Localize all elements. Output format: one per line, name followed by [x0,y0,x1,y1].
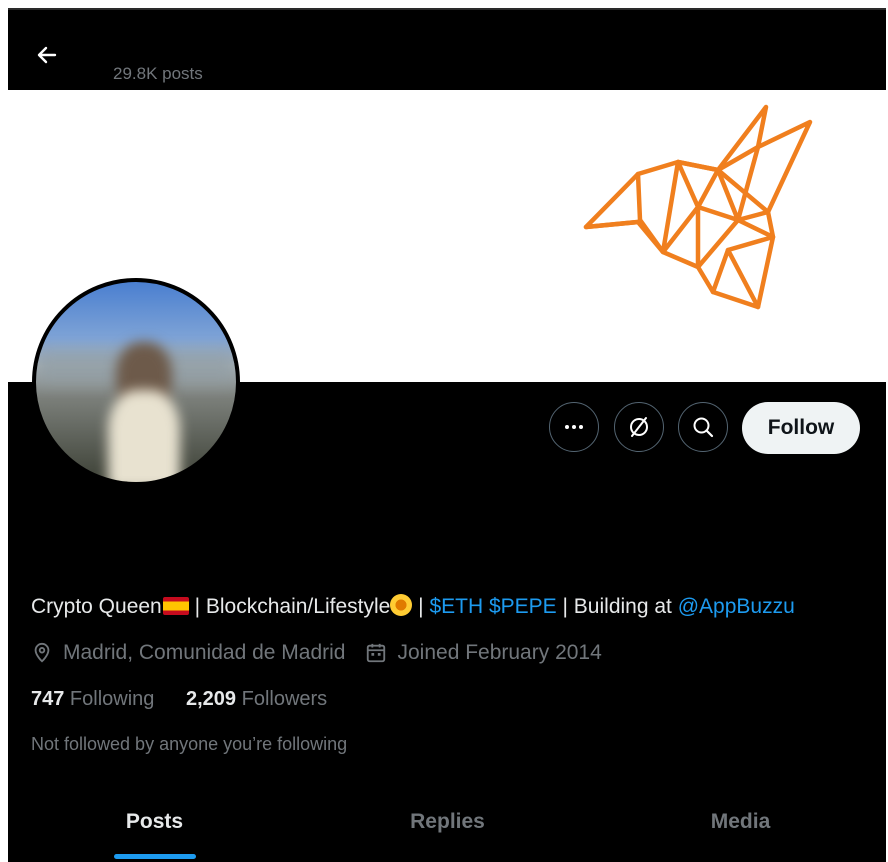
location: Madrid, Comunidad de Madrid [31,641,345,665]
spain-flag-icon [162,597,189,615]
arrow-left-icon [37,46,57,64]
back-button[interactable] [30,38,64,72]
bio-text-3: | Building at [556,595,678,618]
calendar-icon [367,643,386,663]
more-button[interactable] [549,402,599,452]
tab-replies[interactable]: Replies [301,792,594,862]
bio-text-1: | Blockchain/Lifestyle [188,595,391,618]
profile-actions: Follow [8,400,886,456]
tab-label: Media [710,810,771,833]
search-profile-button[interactable] [678,402,728,452]
following-link[interactable]: 747 Following [31,688,154,710]
circle-slash-icon [630,417,648,437]
top-bar: 29.8K posts [8,10,886,90]
tab-posts[interactable]: Posts [8,792,301,862]
following-label: Following [64,688,155,710]
follow-stats: 747 Following 2,209 Followers [31,688,353,711]
bio-text-2: | [412,595,430,618]
bio-cashtags[interactable]: $ETH $PEPE [429,595,556,618]
join-date: Joined February 2014 [365,641,602,665]
join-date-text: Joined February 2014 [397,641,602,664]
post-count: 29.8K posts [113,64,203,83]
tab-label: Posts [125,810,184,833]
follow-button[interactable]: Follow [742,402,860,454]
following-count: 747 [31,688,65,710]
bio-name: Crypto Queen [31,595,162,618]
subscribe-button[interactable] [614,402,664,452]
profile-tabs: Posts Replies Media [8,792,886,862]
window-frame: 29.8K posts Follow Crypto Queen | Blockc… [0,0,888,862]
profile-screen: 29.8K posts Follow Crypto Queen | Blockc… [8,8,886,862]
followers-count: 2,209 [185,688,237,710]
profile-meta: Madrid, Comunidad de Madrid Joined Febru… [31,641,622,665]
tab-media[interactable]: Media [594,792,886,862]
search-icon [693,417,714,438]
followers-link[interactable]: 2,209 Followers [186,688,327,710]
bio-mention[interactable]: @AppBuzzu [678,595,795,618]
location-pin-icon [34,642,50,663]
active-tab-indicator [113,854,196,859]
profile-bio: Crypto Queen | Blockchain/Lifestyle | $E… [31,594,795,619]
not-followed-notice: Not followed by anyone you’re following [31,734,348,754]
tab-label: Replies [410,810,485,833]
followers-label: Followers [236,688,328,710]
hummingbird-logo [583,104,813,310]
flower-icon [390,594,413,616]
more-dots-icon [565,425,583,429]
location-text: Madrid, Comunidad de Madrid [63,641,346,664]
